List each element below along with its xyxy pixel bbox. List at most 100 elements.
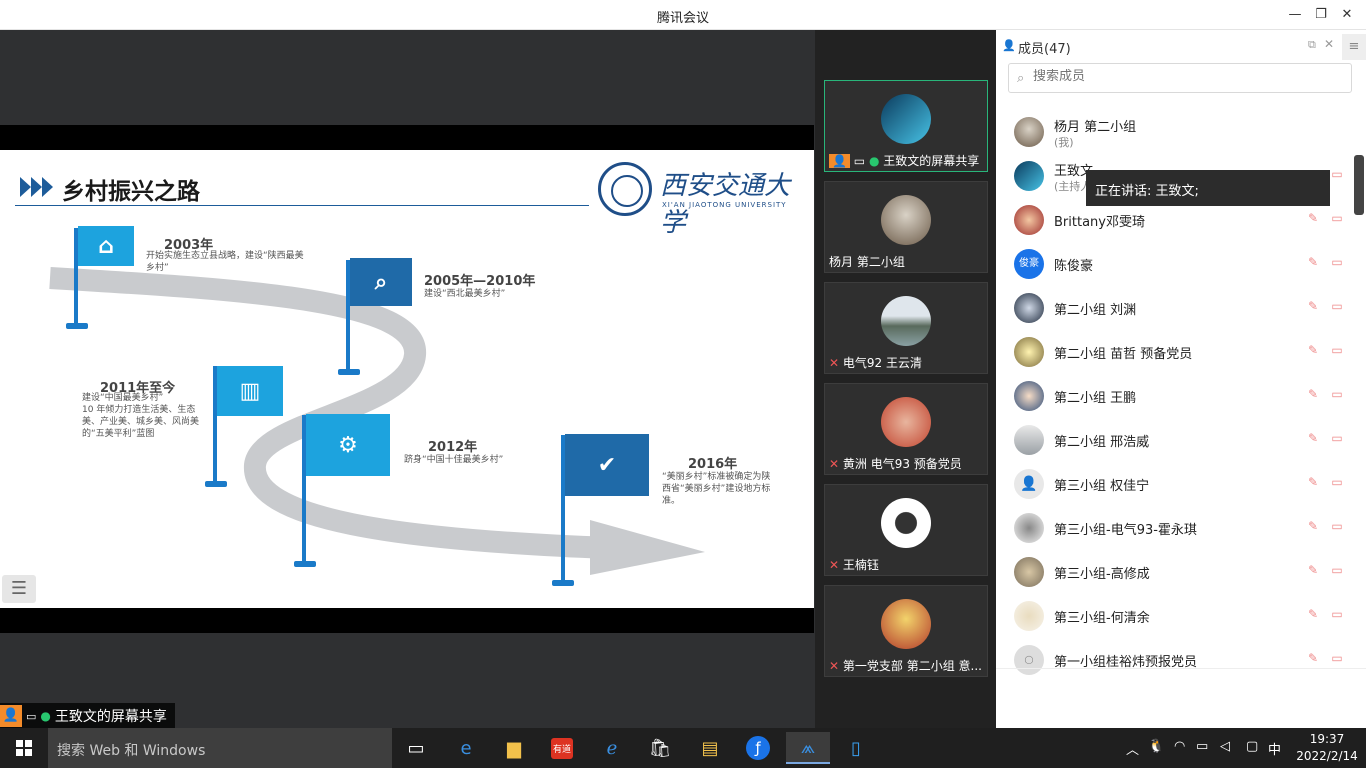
ime-indicator[interactable]: 中	[1268, 739, 1281, 758]
mic-muted-icon: ✕	[829, 558, 840, 572]
avatar	[881, 94, 931, 144]
member-name: 第二小组 邢浩威	[1054, 435, 1150, 450]
member-row[interactable]: 第二小组 苗哲 预备党员 ✎ ▭	[1008, 330, 1354, 374]
member-row[interactable]: 👤 第三小组 权佳宁 ✎ ▭	[1008, 462, 1354, 506]
camera-off-icon[interactable]: ▭	[1328, 211, 1346, 227]
video-tile-name: ✕ 电气92 王云清	[829, 354, 985, 371]
camera-off-icon[interactable]: ▭	[1328, 607, 1346, 623]
speaking-tooltip: 正在讲话: 王致文;	[1086, 170, 1330, 206]
share-badge-label: 王致文的屏幕共享	[54, 709, 167, 725]
taskbar-search-box[interactable]: 搜索 Web 和 Windows	[48, 728, 392, 768]
members-title: 成员(47)	[1018, 42, 1071, 57]
member-row[interactable]: 第三小组-高修成 ✎ ▭	[1008, 550, 1354, 594]
mic-muted-icon[interactable]: ✎	[1306, 343, 1320, 359]
tencent-meeting-icon[interactable]: ⩕	[786, 732, 830, 764]
qq-icon[interactable]: 🐧	[1148, 739, 1164, 754]
store-icon[interactable]: 🛍	[638, 732, 682, 764]
task-view-icon[interactable]: ▭	[394, 732, 438, 764]
video-tile[interactable]: ✕ 第一党支部 第二小组 意...	[824, 585, 988, 677]
camera-off-icon[interactable]: ▭	[1328, 651, 1346, 667]
popout-icon[interactable]: ⧉	[1308, 38, 1316, 52]
mic-muted-icon[interactable]: ✎	[1306, 211, 1320, 227]
mic-muted-icon[interactable]: ✎	[1306, 475, 1320, 491]
screen-share-icon: ▭	[853, 154, 866, 168]
mic-muted-icon[interactable]: ✎	[1306, 519, 1320, 535]
avatar	[1014, 337, 1044, 367]
member-row[interactable]: 第二小组 刘渊 ✎ ▭	[1008, 286, 1354, 330]
camera-off-icon[interactable]: ▭	[1328, 563, 1346, 579]
mic-muted-icon[interactable]: ✎	[1306, 431, 1320, 447]
menu-toggle-icon[interactable]: ☰	[2, 575, 36, 603]
file-explorer-icon[interactable]: ▆	[492, 732, 536, 764]
camera-off-icon[interactable]: ▭	[1328, 167, 1346, 183]
volume-icon[interactable]: ◁	[1220, 739, 1230, 754]
flag-base	[294, 561, 316, 567]
checkmark-icon: ✔	[565, 434, 649, 496]
internet-explorer-icon[interactable]: ℯ	[590, 732, 634, 764]
mic-muted-icon[interactable]: ✎	[1306, 607, 1320, 623]
member-row[interactable]: ◯ 第一小组桂裕炜预报党员 ✎ ▭	[1008, 638, 1354, 682]
mic-muted-icon[interactable]: ✎	[1306, 563, 1320, 579]
member-search-input[interactable]	[1033, 69, 1333, 84]
mic-muted-icon[interactable]: ✎	[1306, 255, 1320, 271]
avatar	[1014, 293, 1044, 323]
close-button[interactable]: ✕	[1336, 5, 1358, 25]
avatar	[881, 599, 931, 649]
member-search[interactable]: ⌕	[1008, 63, 1352, 93]
video-tile-label: 黄洲 电气93 预备党员	[842, 457, 962, 471]
mic-muted-icon[interactable]: ✎	[1306, 651, 1320, 667]
avatar	[1014, 425, 1044, 455]
scrollbar[interactable]	[1354, 155, 1364, 215]
close-icon[interactable]: ✕	[1324, 37, 1334, 51]
mic-muted-icon[interactable]: ✎	[1306, 387, 1320, 403]
youdao-dictionary-icon[interactable]: 有道	[540, 732, 584, 764]
camera-off-icon[interactable]: ▭	[1328, 475, 1346, 491]
camera-off-icon[interactable]: ▭	[1328, 519, 1346, 535]
member-row[interactable]: 杨月 第二小组 (我)	[1008, 110, 1354, 154]
wifi-icon[interactable]: ◠	[1174, 739, 1185, 754]
camera-off-icon[interactable]: ▭	[1328, 343, 1346, 359]
video-tile[interactable]: ✕ 电气92 王云清	[824, 282, 988, 374]
mic-muted-icon: ✕	[829, 356, 840, 370]
battery-icon[interactable]: ▭	[1196, 739, 1208, 754]
minimize-button[interactable]: —	[1284, 5, 1306, 25]
members-icon: 👤	[1002, 39, 1016, 52]
member-row[interactable]: 第二小组 王鹏 ✎ ▭	[1008, 374, 1354, 418]
notification-icon[interactable]: ▢	[1246, 739, 1258, 754]
video-tile[interactable]: ✕ 黄洲 电气93 预备党员	[824, 383, 988, 475]
app-icon[interactable]: ƒ	[736, 732, 780, 764]
flag-base	[338, 369, 360, 375]
edge-browser-icon[interactable]: e	[444, 732, 488, 764]
camera-off-icon[interactable]: ▭	[1328, 299, 1346, 315]
milestone-year: 2005年—2010年	[424, 274, 536, 289]
video-tile[interactable]: 杨月 第二小组	[824, 181, 988, 273]
member-row[interactable]: 第二小组 邢浩威 ✎ ▭	[1008, 418, 1354, 462]
python-file-icon[interactable]: ▤	[688, 732, 732, 764]
video-tile[interactable]: ✕ 王楠钰	[824, 484, 988, 576]
mic-muted-icon[interactable]: ✎	[1306, 299, 1320, 315]
video-tile[interactable]: 👤 ▭ ● 王致文的屏幕共享	[824, 80, 988, 172]
member-row[interactable]: 俊豪 陈俊豪 ✎ ▭	[1008, 242, 1354, 286]
more-menu-icon[interactable]: ≡	[1342, 34, 1366, 60]
camera-off-icon[interactable]: ▭	[1328, 255, 1346, 271]
phone-app-icon[interactable]: ▯	[834, 732, 878, 764]
microphone-icon: ●	[868, 154, 880, 168]
milestone-desc: 建设“西北最美乡村”	[424, 289, 506, 299]
tray-chevron-up-icon[interactable]: ︿	[1126, 739, 1139, 758]
taskbar-clock[interactable]: 19:37 2022/2/14	[1292, 731, 1362, 765]
member-row[interactable]: 第三小组-何清余 ✎ ▭	[1008, 594, 1354, 638]
members-panel: 👤 成员(47) ⧉ ✕ ≡ ⌕ 杨月 第二小组 (我) 王致文 (主持人) ▭…	[996, 30, 1366, 728]
video-tile-name: ✕ 第一党支部 第二小组 意...	[829, 657, 985, 674]
flag-base	[205, 481, 227, 487]
video-tile-label: 第一党支部 第二小组 意...	[842, 659, 982, 673]
member-role: (我)	[1054, 136, 1074, 149]
camera-off-icon[interactable]: ▭	[1328, 387, 1346, 403]
user-icon: 👤	[0, 705, 22, 727]
avatar	[881, 498, 931, 548]
member-name: 陈俊豪	[1054, 259, 1094, 274]
windows-start-icon[interactable]	[0, 728, 48, 768]
restore-button[interactable]: ❐	[1310, 5, 1332, 25]
camera-off-icon[interactable]: ▭	[1328, 431, 1346, 447]
member-row[interactable]: 第三小组-电气93-霍永琪 ✎ ▭	[1008, 506, 1354, 550]
flag-base	[552, 580, 574, 586]
